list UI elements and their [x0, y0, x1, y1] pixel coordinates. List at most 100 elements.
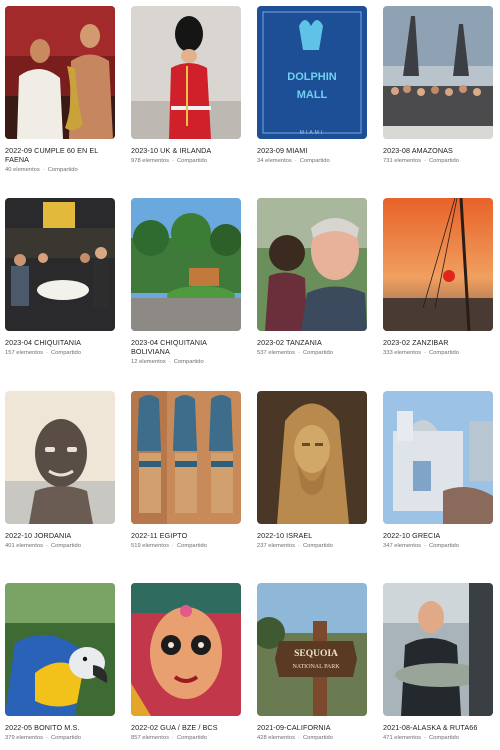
dolphin-mall-line1: DOLPHIN [287, 71, 337, 83]
album-card[interactable]: 2022-10 JORDANIA 401 elementos · Compartid… [5, 391, 117, 549]
album-count: 40 elementos [5, 167, 40, 173]
separator: · [424, 735, 426, 741]
photo-fish-catch [383, 583, 493, 716]
photo-mud-mask [5, 391, 115, 524]
album-meta: 34 elementos · Compartido [257, 158, 369, 164]
separator: · [294, 158, 297, 164]
album-count: 379 elementos [5, 735, 44, 741]
album-thumbnail[interactable] [131, 6, 241, 139]
album-card[interactable]: 2023-02 TANZANIA 537 elementos · Compartid… [257, 198, 369, 356]
album-meta: 731 elementos · Compartido [383, 158, 495, 164]
album-thumbnail[interactable]: DOLPHIN MALL MIAMI [257, 6, 367, 139]
album-card[interactable]: SEQUOIA NATIONAL PARK 2021-09-CALIFORNIA… [257, 583, 369, 741]
album-shared: Compartido [50, 350, 81, 356]
album-meta: 347 elementos · Compartido [383, 543, 495, 549]
album-card[interactable]: 2022-05 BONITO M.S. 379 elementos · Compar… [5, 583, 117, 741]
separator: · [42, 167, 45, 173]
separator: · [298, 543, 300, 549]
album-thumbnail[interactable] [5, 391, 115, 524]
photo-greek-church [383, 391, 493, 524]
album-meta: 978 elementos · Compartido [131, 158, 243, 164]
album-count: 333 elementos [383, 350, 422, 356]
album-thumbnail[interactable] [383, 391, 493, 524]
album-card[interactable]: DOLPHIN MALL MIAMI 2023-09 MIAMI 34 elem… [257, 6, 369, 164]
separator: · [46, 350, 48, 356]
album-shared: Compartido [47, 167, 78, 173]
album-card[interactable]: 2023-02 ZANZIBAR 333 elementos · Compartid… [383, 198, 495, 356]
photo-restaurant-group [5, 198, 115, 331]
photo-group-monument [383, 6, 493, 139]
album-count: 12 elementos [131, 359, 166, 365]
album-thumbnail[interactable]: SEQUOIA NATIONAL PARK [257, 583, 367, 716]
separator: · [172, 543, 174, 549]
photo-sequoia-sign: SEQUOIA NATIONAL PARK [257, 583, 367, 716]
album-count: 401 elementos [5, 543, 44, 549]
photo-selfie-child [257, 198, 367, 331]
album-count: 978 elementos [131, 158, 170, 164]
album-card[interactable]: 2022-02 GUA / BZE / BCS 857 elementos · Co… [131, 583, 243, 741]
album-thumbnail[interactable] [5, 583, 115, 716]
album-card[interactable]: 2023-10 UK & IRLANDA 978 elementos · Compa… [131, 6, 243, 164]
album-meta: 857 elementos · Compartido [131, 735, 243, 741]
album-card[interactable]: 2022-10 GRECIA 347 elementos · Compartido [383, 391, 495, 549]
album-title: 2023-04 CHIQUITANIA BOLIVIANA [131, 338, 207, 356]
album-card[interactable]: 2022-09 CUMPLE 60 EN EL FAENA 40 element… [5, 6, 117, 173]
album-title: 2022-10 ISRAEL [257, 531, 313, 540]
album-meta: 428 elementos · Compartido [257, 735, 369, 741]
album-shared: Compartido [428, 735, 459, 741]
album-card[interactable]: 2023-08 AMAZONAS 731 elementos · Compartid… [383, 6, 495, 164]
separator: · [424, 350, 426, 356]
album-card[interactable]: 2023-04 CHIQUITANIA 157 elementos · Compar… [5, 198, 117, 356]
album-meta: 537 elementos · Compartido [257, 350, 369, 356]
dolphin-mall-line2: MALL [297, 89, 328, 101]
album-thumbnail[interactable] [131, 583, 241, 716]
album-count: 519 elementos [131, 543, 170, 549]
album-thumbnail[interactable] [383, 6, 493, 139]
photo-catrina-art [131, 583, 241, 716]
album-count: 537 elementos [257, 350, 296, 356]
photo-wooden-jesus [257, 391, 367, 524]
album-title: 2022-02 GUA / BZE / BCS [131, 723, 218, 732]
album-count: 471 elementos [383, 735, 422, 741]
photo-dolphin-mall: DOLPHIN MALL MIAMI [257, 6, 367, 139]
album-shared: Compartido [299, 158, 330, 164]
album-shared: Compartido [428, 158, 459, 164]
album-shared: Compartido [428, 543, 459, 549]
album-thumbnail[interactable] [383, 198, 493, 331]
album-count: 857 elementos [131, 735, 170, 741]
album-card[interactable]: 2022-10 ISRAEL 237 elementos · Compartido [257, 391, 369, 549]
album-meta: 12 elementos · Compartido [131, 359, 243, 365]
album-thumbnail[interactable] [131, 391, 241, 524]
album-card[interactable]: 2022-11 EGIPTO 519 elementos · Compartido [131, 391, 243, 549]
album-count: 731 elementos [383, 158, 422, 164]
separator: · [168, 359, 171, 365]
album-thumbnail[interactable] [257, 198, 367, 331]
album-shared: Compartido [302, 543, 333, 549]
album-thumbnail[interactable] [5, 6, 115, 139]
album-card[interactable]: 2023-04 CHIQUITANIA BOLIVIANA 12 element… [131, 198, 243, 365]
photo-garden [131, 198, 241, 331]
sequoia-line2: NATIONAL PARK [292, 664, 340, 670]
album-thumbnail[interactable] [257, 391, 367, 524]
album-meta: 157 elementos · Compartido [5, 350, 117, 356]
album-grid: 2022-09 CUMPLE 60 EN EL FAENA 40 element… [0, 0, 500, 750]
album-card[interactable]: 2021-08-ALASKA & RUTA66 471 elementos · Co… [383, 583, 495, 741]
album-title: 2022-09 CUMPLE 60 EN EL FAENA [5, 146, 99, 164]
album-title: 2023-10 UK & IRLANDA [131, 146, 212, 155]
album-shared: Compartido [50, 735, 81, 741]
dolphin-mall-line3: MIAMI [300, 130, 324, 136]
album-meta: 333 elementos · Compartido [383, 350, 495, 356]
album-thumbnail[interactable] [383, 583, 493, 716]
album-title: 2022-11 EGIPTO [131, 531, 188, 540]
album-count: 157 elementos [5, 350, 44, 356]
album-meta: 237 elementos · Compartido [257, 543, 369, 549]
album-title: 2022-10 JORDANIA [5, 531, 72, 540]
album-thumbnail[interactable] [131, 198, 241, 331]
separator: · [46, 543, 48, 549]
album-title: 2023-04 CHIQUITANIA [5, 338, 82, 347]
album-shared: Compartido [176, 735, 207, 741]
album-shared: Compartido [50, 543, 81, 549]
album-thumbnail[interactable] [5, 198, 115, 331]
album-title: 2022-05 BONITO M.S. [5, 723, 80, 732]
album-shared: Compartido [173, 359, 204, 365]
